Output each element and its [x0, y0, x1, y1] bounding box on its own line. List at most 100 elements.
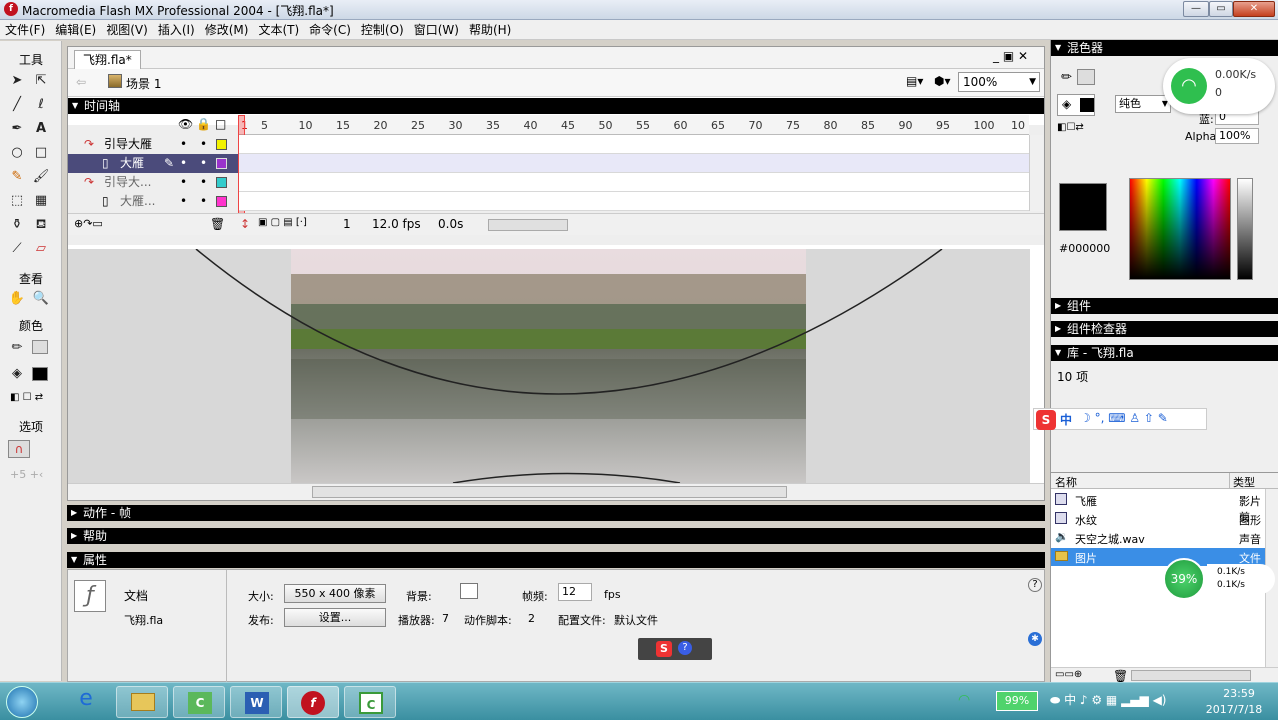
ime-toolbar[interactable]: S 中 ☽ °, ⌨ ♙ ⇧ ✎ [1033, 408, 1207, 430]
col-type[interactable]: 类型 [1233, 474, 1255, 490]
frame-ruler[interactable]: 1 5 10 15 20 25 30 35 40 45 50 55 60 65 70 75 80 85 90 95 10… [239, 115, 1029, 135]
outline-icon[interactable]: □ [215, 117, 226, 131]
fill-color-swatch[interactable] [32, 367, 48, 381]
color-spectrum[interactable] [1129, 178, 1231, 280]
visibility-dot[interactable]: • [180, 135, 187, 154]
stroke-color-swatch[interactable] [32, 340, 48, 354]
lock-dot[interactable]: • [200, 135, 207, 154]
menu-commands[interactable]: 命令(C) [304, 20, 356, 40]
ink-bottle-tool-icon[interactable]: ⚱ [6, 214, 28, 236]
menu-modify[interactable]: 修改(M) [200, 20, 254, 40]
document-tab[interactable]: 飞翔.fla* [74, 50, 141, 69]
library-item[interactable]: 飞雁 影片剪 [1051, 491, 1265, 524]
lock-dot[interactable]: • [200, 154, 207, 173]
stage-hscroll[interactable] [68, 483, 1044, 500]
component-inspector-header[interactable]: 组件检查器 [1051, 321, 1278, 337]
background-color-swatch[interactable] [460, 583, 478, 599]
oval-tool-icon[interactable]: ○ [6, 142, 28, 164]
layer-row-selected[interactable]: ▯ 大雁 ✎ • • [68, 154, 238, 173]
minimize-button[interactable]: — [1183, 1, 1209, 17]
layer-row[interactable]: ▯ 大雁... • • [68, 192, 238, 211]
clock-time[interactable]: 23:59 [1206, 687, 1272, 700]
stage[interactable] [68, 249, 1030, 483]
properties-panel-header[interactable]: 属性 [67, 552, 1045, 568]
pen-tool-icon[interactable]: ✒ [6, 118, 28, 140]
color-swap-icons[interactable]: ◧☐⇄ [1057, 122, 1084, 133]
ime-tools-icons[interactable]: ☽ °, ⌨ ♙ ⇧ ✎ [1080, 411, 1168, 425]
add-layer-icon[interactable]: ⊕↷▭ [74, 217, 103, 230]
subselect-tool-icon[interactable]: ⇱ [30, 70, 52, 92]
word-button[interactable]: W [230, 686, 282, 718]
col-name[interactable]: 名称 [1055, 474, 1077, 490]
frames-row[interactable] [239, 192, 1029, 211]
publish-settings-button[interactable]: 设置... [284, 608, 386, 627]
edit-symbol-icon[interactable]: ⬢▾ [934, 74, 951, 88]
start-button[interactable] [6, 686, 38, 718]
menu-insert[interactable]: 插入(I) [153, 20, 200, 40]
fill-transform-tool-icon[interactable]: ▦ [30, 190, 52, 212]
menu-control[interactable]: 控制(O) [356, 20, 409, 40]
ime-toolbar-mini[interactable]: S ? [638, 638, 712, 660]
eraser-tool-icon[interactable]: ▱ [30, 238, 52, 260]
expand-properties-icon[interactable]: ✱ [1028, 632, 1042, 646]
lock-icon[interactable]: 🔒 [196, 117, 211, 131]
menu-window[interactable]: 窗口(W) [409, 20, 464, 40]
pencil-tool-icon[interactable]: ✎ [6, 166, 28, 188]
color-mixer-header[interactable]: 混色器 [1051, 40, 1278, 56]
free-transform-tool-icon[interactable]: ⬚ [6, 190, 28, 212]
doc-window-controls-icon[interactable]: _ ▣ ✕ [993, 49, 1028, 63]
brightness-slider[interactable] [1237, 178, 1253, 280]
lock-dot[interactable]: • [200, 173, 207, 192]
line-tool-icon[interactable]: ╱ [6, 94, 28, 116]
delete-symbol-icon[interactable]: 🗑 [1113, 669, 1128, 683]
layer-color-box[interactable] [216, 158, 227, 169]
layer-row[interactable]: ↷ 引导大... • • [68, 173, 238, 192]
stroke-color-icon[interactable]: ✏ [6, 337, 28, 359]
magnet-snap-icon[interactable]: ∩ [8, 440, 30, 458]
hscroll-thumb[interactable] [312, 486, 787, 498]
layer-color-box[interactable] [216, 196, 227, 207]
menu-help[interactable]: 帮助(H) [464, 20, 516, 40]
visibility-dot[interactable]: • [180, 173, 187, 192]
wifi-tray-icon[interactable]: ◠ [958, 692, 970, 708]
library-item[interactable]: 🔉 天空之城.wav 声音 [1051, 529, 1265, 547]
layer-row[interactable]: ↷ 引导大雁 • • [68, 135, 238, 154]
center-frame-icon[interactable]: ↕ [240, 217, 250, 231]
components-header[interactable]: 组件 [1051, 298, 1278, 314]
timeline-vscroll[interactable] [1029, 135, 1043, 211]
menu-file[interactable]: 文件(F) [0, 20, 50, 40]
library-hscroll[interactable] [1131, 670, 1251, 681]
camtasia-recorder-button[interactable]: C [344, 686, 396, 718]
stroke-swatch[interactable] [1077, 69, 1095, 85]
explorer-button[interactable] [116, 686, 168, 718]
size-button[interactable]: 550 x 400 像素 [284, 584, 386, 603]
layer-color-box[interactable] [216, 177, 227, 188]
menu-text[interactable]: 文本(T) [253, 20, 304, 40]
ime-lang[interactable]: 中 [1060, 411, 1072, 428]
flash-button[interactable]: f [287, 686, 339, 718]
library-item[interactable]: 水纹 图形 [1051, 510, 1265, 528]
alpha-input[interactable]: 100% [1215, 128, 1259, 144]
menu-view[interactable]: 视图(V) [101, 20, 153, 40]
swap-colors-icon[interactable]: ◧ ☐ ⇄ [10, 392, 43, 403]
lock-dot[interactable]: • [200, 192, 207, 211]
hex-value[interactable]: #000000 [1059, 242, 1110, 255]
actions-panel-header[interactable]: 动作 - 帧 [67, 505, 1045, 521]
frames-row[interactable] [239, 135, 1029, 154]
close-button[interactable]: ✕ [1233, 1, 1275, 17]
delete-layer-icon[interactable]: 🗑 [210, 217, 225, 231]
timeline-hscroll[interactable] [488, 219, 568, 231]
zoom-select[interactable]: 100% ▼ [958, 72, 1040, 92]
edit-scene-icon[interactable]: ▤▾ [906, 74, 923, 88]
frames-row[interactable] [239, 173, 1029, 192]
timeline-header[interactable]: 时间轴 [68, 98, 1044, 114]
battery-indicator[interactable]: 99% [996, 691, 1038, 711]
paint-bucket-tool-icon[interactable]: ⛾ [30, 214, 52, 236]
menu-edit[interactable]: 编辑(E) [50, 20, 101, 40]
fill-toggle[interactable]: ◈ [1057, 94, 1095, 116]
eye-icon[interactable]: 👁 [178, 117, 193, 131]
help-circle-icon[interactable]: ? [1028, 578, 1042, 592]
text-tool-icon[interactable]: A [30, 118, 52, 140]
tray-icons[interactable]: ⬬ 中 ♪ ⚙ ▦ ▂▄▆ ◀) [1050, 691, 1167, 708]
new-symbol-icons[interactable]: ▭▭⊕ [1055, 669, 1082, 680]
